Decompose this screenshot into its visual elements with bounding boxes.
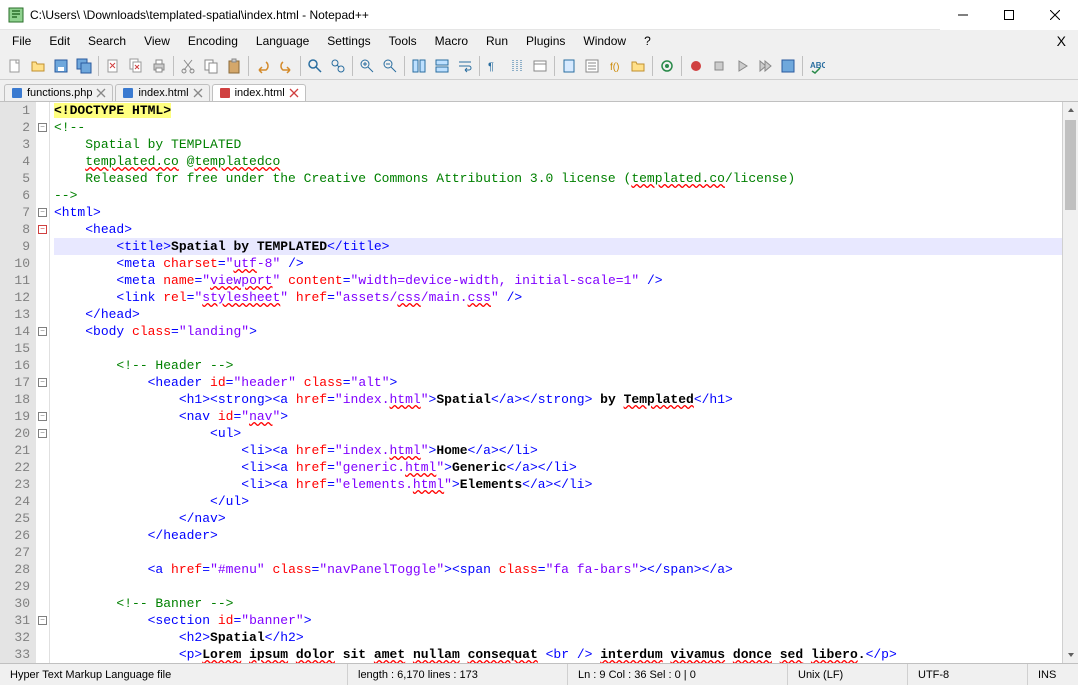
tab-close-icon[interactable] bbox=[96, 88, 106, 98]
svg-text:¶: ¶ bbox=[488, 61, 494, 73]
record-icon[interactable] bbox=[685, 55, 707, 77]
app-icon bbox=[8, 7, 24, 23]
code-content[interactable]: <!DOCTYPE HTML><!-- Spatial by TEMPLATED… bbox=[50, 102, 1062, 663]
status-filetype: Hyper Text Markup Language file bbox=[0, 664, 348, 685]
redo-icon[interactable] bbox=[275, 55, 297, 77]
menu-language[interactable]: Language bbox=[248, 32, 317, 50]
replace-icon[interactable] bbox=[327, 55, 349, 77]
monitor-icon[interactable] bbox=[656, 55, 678, 77]
file-icon bbox=[11, 87, 23, 99]
sync-h-icon[interactable] bbox=[431, 55, 453, 77]
status-encoding[interactable]: UTF-8 bbox=[908, 664, 1028, 685]
document-tab[interactable]: index.html bbox=[115, 84, 209, 101]
cut-icon[interactable] bbox=[177, 55, 199, 77]
save-icon[interactable] bbox=[50, 55, 72, 77]
spellcheck-icon[interactable]: ABC bbox=[806, 55, 828, 77]
scroll-down-icon[interactable] bbox=[1063, 647, 1078, 663]
status-eol[interactable]: Unix (LF) bbox=[788, 664, 908, 685]
tab-label: functions.php bbox=[27, 87, 92, 99]
editor-area: 1234567891011121314151617181920212223242… bbox=[0, 102, 1078, 663]
title-bar: C:\Users\ \Downloads\templated-spatial\i… bbox=[0, 0, 1078, 30]
status-bar: Hyper Text Markup Language file length :… bbox=[0, 663, 1078, 685]
status-length: length : 6,170 lines : 173 bbox=[348, 664, 568, 685]
menu-view[interactable]: View bbox=[136, 32, 178, 50]
line-number-gutter: 1234567891011121314151617181920212223242… bbox=[0, 102, 36, 663]
zoom-in-icon[interactable] bbox=[356, 55, 378, 77]
new-icon[interactable] bbox=[4, 55, 26, 77]
tab-label: index.html bbox=[235, 87, 285, 99]
file-icon bbox=[219, 87, 231, 99]
paste-icon[interactable] bbox=[223, 55, 245, 77]
scroll-thumb[interactable] bbox=[1065, 120, 1076, 210]
save-all-icon[interactable] bbox=[73, 55, 95, 77]
close-file-icon[interactable] bbox=[102, 55, 124, 77]
status-position: Ln : 9 Col : 36 Sel : 0 | 0 bbox=[568, 664, 788, 685]
print-icon[interactable] bbox=[148, 55, 170, 77]
tab-close-icon[interactable] bbox=[193, 88, 203, 98]
menu-run[interactable]: Run bbox=[478, 32, 516, 50]
menu-tools[interactable]: Tools bbox=[381, 32, 425, 50]
menu-settings[interactable]: Settings bbox=[319, 32, 378, 50]
menu-search[interactable]: Search bbox=[80, 32, 134, 50]
tab-label: index.html bbox=[138, 87, 188, 99]
find-icon[interactable] bbox=[304, 55, 326, 77]
fold-column[interactable]: −−−−−−−− bbox=[36, 102, 50, 663]
wrap-icon[interactable] bbox=[454, 55, 476, 77]
save-macro-icon[interactable] bbox=[777, 55, 799, 77]
document-tab-bar: functions.php index.html index.html bbox=[0, 80, 1078, 102]
menu-file[interactable]: File bbox=[4, 32, 39, 50]
menubar-close-x[interactable]: X bbox=[1057, 33, 1074, 49]
vertical-scrollbar[interactable] bbox=[1062, 102, 1078, 663]
menu-bar: FileEditSearchViewEncodingLanguageSettin… bbox=[0, 30, 1078, 52]
sync-v-icon[interactable] bbox=[408, 55, 430, 77]
show-all-chars-icon[interactable]: ¶ bbox=[483, 55, 505, 77]
zoom-out-icon[interactable] bbox=[379, 55, 401, 77]
doc-list-icon[interactable] bbox=[581, 55, 603, 77]
document-tab[interactable]: index.html bbox=[212, 84, 306, 101]
menu-encoding[interactable]: Encoding bbox=[180, 32, 246, 50]
minimize-button[interactable] bbox=[940, 0, 986, 30]
close-all-icon[interactable] bbox=[125, 55, 147, 77]
indent-guide-icon[interactable] bbox=[506, 55, 528, 77]
status-insert-mode[interactable]: INS bbox=[1028, 664, 1078, 685]
func-list-icon[interactable]: f() bbox=[604, 55, 626, 77]
toolbar: ¶ f() ABC bbox=[0, 52, 1078, 80]
menu-help[interactable]: ? bbox=[636, 32, 659, 50]
play-icon[interactable] bbox=[731, 55, 753, 77]
folder-icon[interactable] bbox=[627, 55, 649, 77]
menu-edit[interactable]: Edit bbox=[41, 32, 78, 50]
document-tab[interactable]: functions.php bbox=[4, 84, 113, 101]
stop-icon[interactable] bbox=[708, 55, 730, 77]
tab-close-icon[interactable] bbox=[289, 88, 299, 98]
open-icon[interactable] bbox=[27, 55, 49, 77]
undo-icon[interactable] bbox=[252, 55, 274, 77]
file-icon bbox=[122, 87, 134, 99]
svg-text:ABC: ABC bbox=[810, 61, 825, 70]
copy-icon[interactable] bbox=[200, 55, 222, 77]
maximize-button[interactable] bbox=[986, 0, 1032, 30]
menu-macro[interactable]: Macro bbox=[427, 32, 476, 50]
menu-window[interactable]: Window bbox=[575, 32, 634, 50]
window-title: C:\Users\ \Downloads\templated-spatial\i… bbox=[30, 8, 940, 22]
doc-map-icon[interactable] bbox=[558, 55, 580, 77]
play-multi-icon[interactable] bbox=[754, 55, 776, 77]
close-button[interactable] bbox=[1032, 0, 1078, 30]
svg-text:f(): f() bbox=[610, 62, 619, 73]
menu-plugins[interactable]: Plugins bbox=[518, 32, 573, 50]
scroll-up-icon[interactable] bbox=[1063, 102, 1078, 118]
user-lang-icon[interactable] bbox=[529, 55, 551, 77]
